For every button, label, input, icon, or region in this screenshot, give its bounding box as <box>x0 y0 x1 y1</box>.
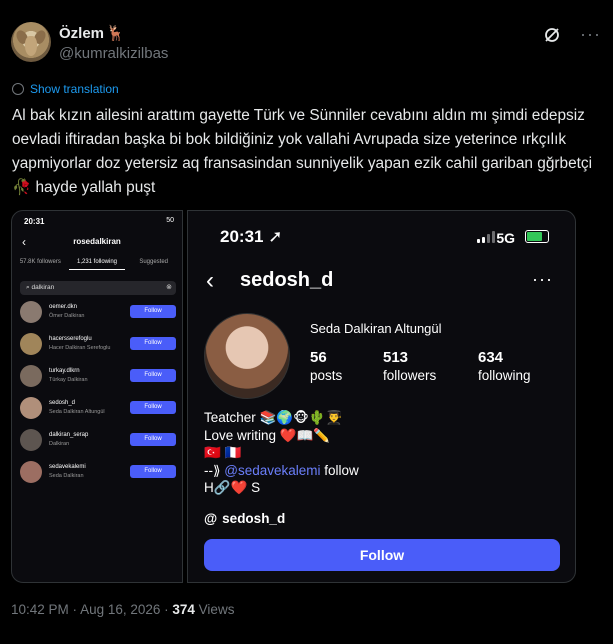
meta-separator: · <box>160 602 173 617</box>
more-icon[interactable]: ··· <box>580 24 601 45</box>
search-value: dalkiran <box>31 284 55 291</box>
signal-icon <box>477 231 495 243</box>
follow-button: Follow <box>130 433 176 446</box>
show-translation-link[interactable]: Show translation <box>12 82 119 96</box>
media-image-left[interactable]: 20:31 50 ‹ rosedalkiran 57.8K followers … <box>11 210 183 583</box>
following-stat: 634 following <box>478 349 531 383</box>
avatar <box>20 397 42 419</box>
more-icon: ··· <box>532 269 553 289</box>
tweet-meta: 10:42 PM · Aug 16, 2026 · 374 Views <box>11 602 234 617</box>
display-name[interactable]: Özlem <box>59 25 104 42</box>
list-item: sedavekalemi Seda Dalkiran Follow <box>20 461 180 487</box>
views-count: 374 <box>172 602 195 617</box>
following-label: following <box>478 368 531 383</box>
list-item: turkay.dlkrn Türkay Dalkiran Follow <box>20 365 180 391</box>
avatar <box>20 301 42 323</box>
grok-icon[interactable] <box>542 25 562 45</box>
avatar <box>20 429 42 451</box>
fullname: Dalkiran <box>49 441 70 447</box>
battery-level <box>527 232 543 241</box>
network-label: 5G <box>496 230 515 246</box>
profile-avatar <box>204 313 290 399</box>
profile-full-name: Seda Dalkiran Altungül <box>310 321 442 336</box>
followers-stat: 513 followers <box>383 349 436 383</box>
profile-username: sedosh_d <box>240 269 334 291</box>
fullname: Hacer Dalkiran Serefoglu <box>49 345 111 351</box>
battery-icon <box>525 230 549 243</box>
translate-icon <box>12 83 24 95</box>
profile-bio: Teatcher 📚🌍🐵🌵👨‍🎓 Love writing ❤️📖✏️ 🇹🇷 🇫… <box>204 409 359 497</box>
username: turkay.dlkrn <box>49 368 80 374</box>
follow-button: Follow <box>130 337 176 350</box>
posts-label: posts <box>310 368 343 383</box>
username: oemer.dkn <box>49 304 78 310</box>
follow-button: Follow <box>130 401 176 414</box>
back-icon: ‹ <box>206 267 214 294</box>
header-actions: ··· <box>542 24 601 45</box>
avatar <box>20 461 42 483</box>
tab-following: 1,231 following <box>68 259 126 270</box>
bio-line: --⟫ @sedavekalemi follow <box>204 462 359 480</box>
threads-icon: @ <box>204 511 218 526</box>
avatar <box>20 365 42 387</box>
avatar-face <box>25 36 37 56</box>
views-label: Views <box>194 602 235 617</box>
media-image-right[interactable]: 20:31 ➚ 5G ‹ sedosh_d ··· Seda Dalkiran … <box>187 210 576 583</box>
tweet-date[interactable]: Aug 16, 2026 <box>80 602 160 617</box>
followers-count: 513 <box>383 349 409 366</box>
username: hacersserefoglu <box>49 336 92 342</box>
threads-handle: sedosh_d <box>222 511 286 526</box>
tab-followers: 57.8K followers <box>19 259 61 265</box>
meta-separator: · <box>68 602 81 617</box>
bio-suffix: follow <box>320 462 359 478</box>
tab-suggested: Suggested <box>139 259 169 265</box>
profile-title: rosedalkiran <box>73 237 121 246</box>
author-name[interactable]: Özlem 🦌 <box>59 24 125 43</box>
following-count: 634 <box>478 349 504 366</box>
fullname: Ömer Dalkiran <box>49 313 85 319</box>
posts-count: 56 <box>310 349 327 366</box>
status-time-text: 20:31 <box>220 227 264 246</box>
author-avatar[interactable] <box>11 22 51 62</box>
name-emoji: 🦌 <box>106 25 125 42</box>
bio-line: Teatcher 📚🌍🐵🌵👨‍🎓 <box>204 410 343 425</box>
follow-button: Follow <box>130 305 176 318</box>
list-item: hacersserefoglu Hacer Dalkiran Serefoglu… <box>20 333 180 359</box>
show-translation-label: Show translation <box>30 82 119 96</box>
username: sedosh_d <box>49 400 76 406</box>
follow-button: Follow <box>204 539 560 571</box>
username: dalkiran_serap <box>49 432 89 438</box>
list-item: oemer.dkn Ömer Dalkiran Follow <box>20 301 180 327</box>
follow-button: Follow <box>130 465 176 478</box>
avatar <box>20 333 42 355</box>
list-item: sedosh_d Seda Dalkiran Altungül Follow <box>20 397 180 423</box>
fullname: Seda Dalkiran Altungül <box>49 409 105 415</box>
bio-prefix: --⟫ <box>204 462 225 478</box>
location-icon: ➚ <box>268 227 283 246</box>
username: sedavekalemi <box>49 464 86 470</box>
tweet-text: Al bak kızın ailesini arattım gayette Tü… <box>12 107 593 196</box>
author-handle[interactable]: @kumralkizilbas <box>59 45 168 62</box>
follow-tabs: 57.8K followers 1,231 following Suggeste… <box>12 259 182 270</box>
tweet-time[interactable]: 10:42 PM <box>11 602 69 617</box>
search-field: ⌕ dalkiran ⊗ <box>20 281 176 295</box>
status-time: 20:31 ➚ <box>220 227 282 247</box>
status-time: 20:31 <box>24 217 45 226</box>
bio-line: H🔗❤️ S <box>204 480 261 495</box>
status-battery: 50 <box>166 217 174 224</box>
list-item: dalkiran_serap Dalkiran Follow <box>20 429 180 455</box>
followers-label: followers <box>383 368 437 383</box>
threads-link: @ sedosh_d <box>204 511 285 526</box>
bio-line: 🇹🇷 🇫🇷 <box>204 445 242 460</box>
posts-stat: 56 posts <box>310 349 342 383</box>
bio-mention: @sedavekalemi <box>224 462 321 478</box>
bio-line: Love writing ❤️📖✏️ <box>204 427 331 443</box>
follow-button: Follow <box>130 369 176 382</box>
tweet: Özlem 🦌 @kumralkizilbas ··· Show transla… <box>0 0 613 644</box>
fullname: Türkay Dalkiran <box>49 377 88 383</box>
fullname: Seda Dalkiran <box>49 473 84 479</box>
clear-icon: ⊗ <box>166 284 172 291</box>
